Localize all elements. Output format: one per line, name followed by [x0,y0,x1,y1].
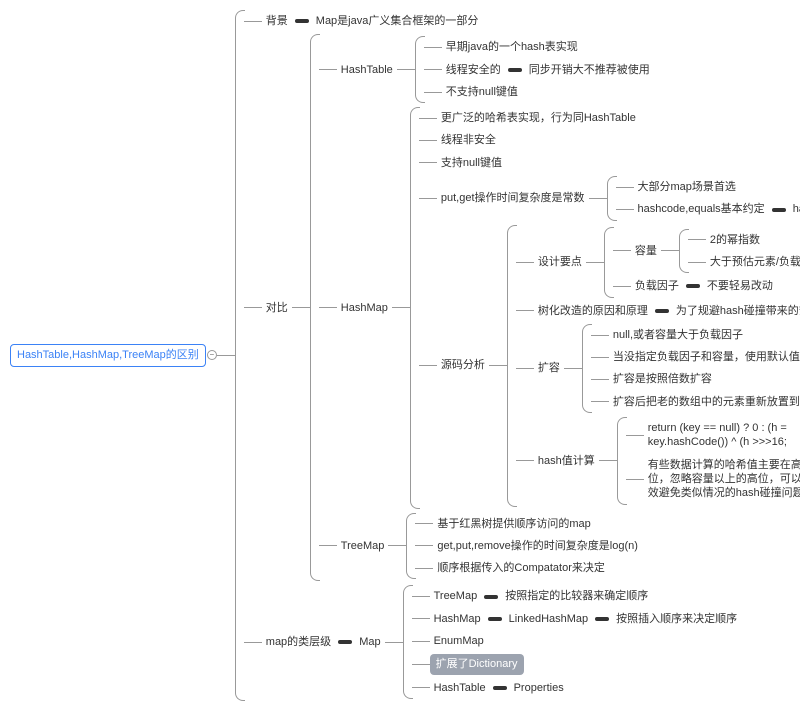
root-node[interactable]: HashTable,HashMap,TreeMap的区别 [10,344,206,366]
node-compare: 对比 [262,299,292,317]
hm-capacity: 容量 [631,242,661,260]
branch-compare[interactable]: 对比 HashTable 早期java的一个hash表实现 线程安全的 [244,34,800,581]
hm-notsafe: 线程非安全 [437,131,500,149]
branch-background[interactable]: 背景 Map是java广义集合框架的一部分 [244,12,800,30]
tm-logn: get,put,remove操作的时间复杂度是log(n) [433,537,642,555]
hm-r4: 扩容后把老的数组中的元素重新放置到新的数组 [609,393,800,411]
hm-cap-est: 大于预估元素/负载因子 [706,253,800,271]
link-icon [772,208,786,212]
hm-load: 负载因子 [631,277,683,295]
hm-design: 设计要点 [534,253,586,271]
hm-hc1: return (key == null) ? 0 : (h = key.hash… [644,419,800,452]
hier-linkedhm: LinkedHashMap [505,610,593,628]
link-icon [484,595,498,599]
hm-hashcalc: hash值计算 [534,452,599,470]
hm-r2: 当没指定负载因子和容量，使用默认值构造 [609,348,800,366]
tm-comparator: 顺序根据传入的Compatator来决定 [433,559,608,577]
ht-early: 早期java的一个hash表实现 [442,38,582,56]
node-hierarchy: map的类层级 [262,633,335,651]
node-bg-note: Map是java广义集合框架的一部分 [312,12,483,30]
hm-null: 支持null键值 [437,154,506,172]
hier-hashtable: HashTable [430,679,490,697]
hm-r1: null,或者容量大于负载因子 [609,326,747,344]
hier-properties: Properties [510,679,568,697]
hier-dictionary-pill[interactable]: 扩展了Dictionary [430,654,524,674]
node-map: Map [355,633,384,651]
hm-treeify-ext: 为了规避hash碰撞带来的安全问题 [672,302,800,320]
ht-threadsafe-ext: 同步开销大不推荐被使用 [525,61,654,79]
tm-rbtree: 基于红黑树提供顺序访问的map [433,515,594,533]
link-icon [338,640,352,644]
hm-source: 源码分析 [437,356,489,374]
node-bg: 背景 [262,12,292,30]
hier-tm-ext: 按照指定的比较器来确定顺序 [501,587,652,605]
hier-hm-ext: 按照插入顺序来决定顺序 [612,610,741,628]
hm-hc2: 有些数据计算的哈希值主要在高位，忽略容量以上的高位，可以有效避免类似情况的has… [644,456,800,503]
collapse-toggle[interactable]: − [207,350,217,360]
branch-hashtable[interactable]: HashTable 早期java的一个hash表实现 线程安全的 同步开销大不推… [319,36,800,103]
hm-const: put,get操作时间复杂度是常数 [437,189,589,207]
hier-treemap: TreeMap [430,587,482,605]
link-icon [595,617,609,621]
hier-enummap: EnumMap [430,632,488,650]
ht-nonull: 不支持null键值 [442,83,522,101]
node-treemap: TreeMap [337,537,389,555]
hm-widerimpl: 更广泛的哈希表实现，行为同HashTable [437,109,640,127]
branch-hierarchy[interactable]: map的类层级 Map TreeMap 按照指定的比较器来确定顺序 HashMa… [244,585,800,698]
link-icon [295,19,309,23]
link-icon [655,309,669,313]
ht-threadsafe: 线程安全的 [442,61,505,79]
hm-treeify: 树化改造的原因和原理 [534,302,652,320]
node-hashtable: HashTable [337,61,397,79]
hm-cap-pow2: 2的幂指数 [706,231,764,249]
link-icon [686,284,700,288]
hm-r3: 扩容是按照倍数扩容 [609,370,716,388]
branch-hashmap[interactable]: HashMap 更广泛的哈希表实现，行为同HashTable 线程非安全 支持n… [319,107,800,508]
hm-load-ext: 不要轻易改动 [703,277,777,295]
hier-hashmap: HashMap [430,610,485,628]
hm-contract: hashcode,equals基本约定 [634,200,769,218]
node-hashmap: HashMap [337,299,392,317]
hm-resize: 扩容 [534,359,564,377]
link-icon [508,68,522,72]
link-icon [488,617,502,621]
branch-treemap[interactable]: TreeMap 基于红黑树提供顺序访问的map get,put,remove操作… [319,513,800,580]
link-icon [493,686,507,690]
hm-contract-ext: hashcode和equals的比较结果一致 [789,200,800,218]
hm-firstchoice: 大部分map场景首选 [634,178,740,196]
